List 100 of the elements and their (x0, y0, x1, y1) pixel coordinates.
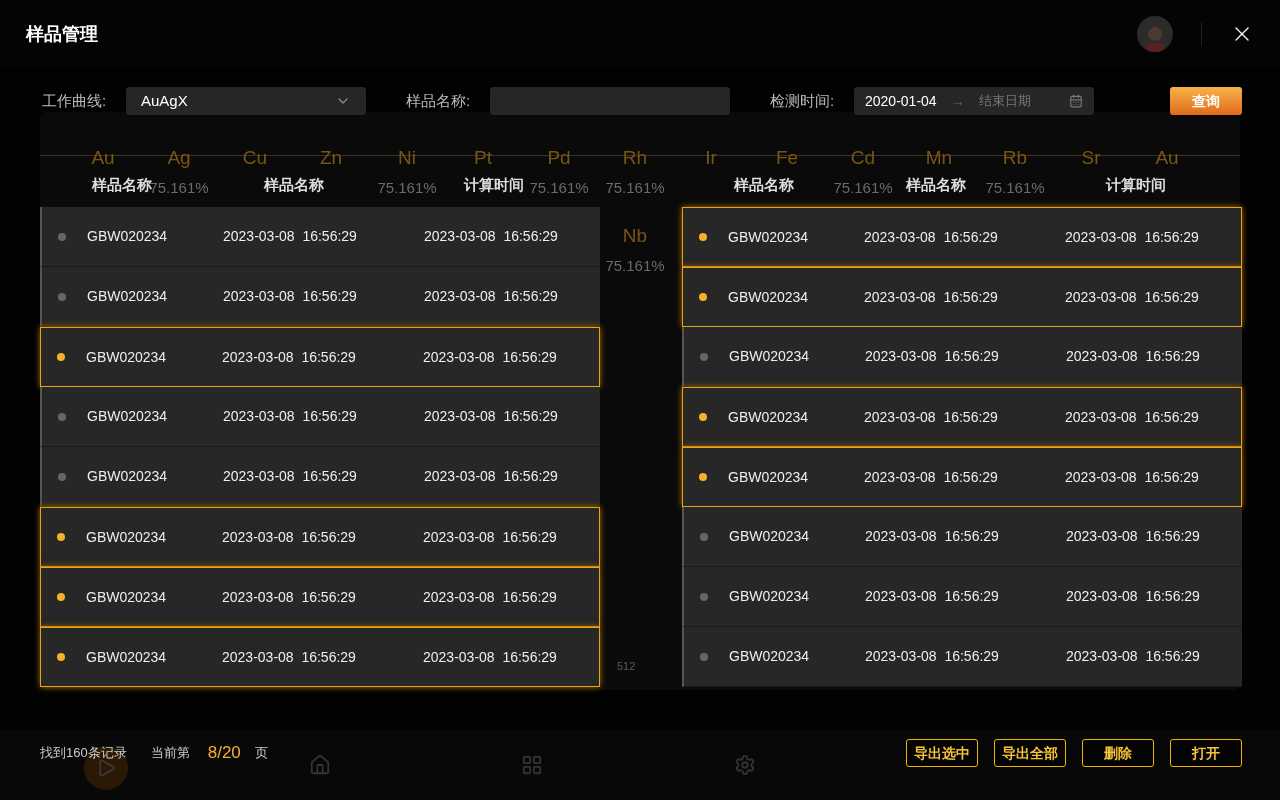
field-label: 样品名称: (406, 90, 472, 111)
element-symbol: Nb (622, 224, 648, 248)
table-cell-text: 2023-03-08 16:56:29 (423, 347, 557, 367)
curve-dropdown[interactable]: AuAgX (126, 87, 366, 115)
table-cell-text: 2023-03-08 16:56:29 (223, 287, 358, 306)
element-symbol: Mn (925, 146, 953, 170)
footer-button[interactable]: 删除 (1082, 739, 1154, 767)
play-icon (96, 758, 116, 778)
footer-button[interactable]: 导出全部 (994, 739, 1066, 767)
element-symbol: Pt (474, 146, 492, 170)
table-row[interactable]: GBW020234 2023-03-08 16:56:29 2023-03-08 16:56:29 (682, 207, 1242, 267)
element-value: 75.161% (985, 178, 1045, 198)
table-cell-text: 2023-03-08 16:56:29 (865, 347, 1000, 366)
element-symbol: Au (91, 146, 115, 170)
home-icon (309, 754, 331, 776)
table-cell-text: GBW020234 (86, 647, 168, 667)
table-cell-text: 2023-03-08 16:56:29 (423, 527, 557, 547)
element-symbol: Pd (547, 146, 571, 170)
sample-name-field[interactable] (490, 87, 730, 115)
element-symbol: Cu (242, 146, 268, 170)
element-symbol: Au (1155, 146, 1179, 170)
element-value: 75.161% (529, 178, 589, 198)
table-cell-text: 2023-03-08 16:56:29 (1065, 467, 1199, 487)
table-cell-text: 2023-03-08 16:56:29 (223, 227, 358, 246)
table-cell-text: 2023-03-08 16:56:29 (1065, 287, 1199, 307)
table-row[interactable]: GBW020234 2023-03-08 16:56:29 2023-03-08 16:56:29 (40, 327, 600, 387)
table-cell-text: GBW020234 (87, 287, 169, 306)
footer-button[interactable]: 打开 (1170, 739, 1242, 767)
table-cell-text: GBW020234 (86, 587, 168, 607)
table-cell-text: 2023-03-08 16:56:29 (1065, 407, 1199, 427)
table-cell-text: GBW020234 (729, 587, 811, 606)
element-symbol: Sr (1081, 146, 1101, 170)
field-label: 检测时间: (770, 90, 836, 111)
table-row[interactable]: GBW020234 2023-03-08 16:56:29 2023-03-08 16:56:29 (682, 267, 1242, 327)
table-cell-text: 2023-03-08 16:56:29 (222, 527, 357, 547)
table-row[interactable]: GBW020234 2023-03-08 16:56:29 2023-03-08 16:56:29 (40, 627, 600, 687)
settings-icon (734, 754, 756, 776)
table-cell-text: GBW020234 (87, 467, 169, 486)
table-cell-text: GBW020234 (729, 347, 811, 366)
element-value: 75.161% (605, 178, 665, 198)
table-row[interactable]: GBW020234 2023-03-08 16:56:29 2023-03-08 16:56:29 (40, 207, 600, 267)
table-row[interactable]: GBW020234 2023-03-08 16:56:29 2023-03-08 16:56:29 (682, 567, 1242, 627)
table-cell-text: 2023-03-08 16:56:29 (1066, 347, 1200, 366)
table-cell-text: 2023-03-08 16:56:29 (865, 647, 1000, 666)
table-cell-text: 2023-03-08 16:56:29 (424, 287, 558, 306)
column-header: 样品名称 (734, 175, 794, 193)
element-symbol: Ir (705, 146, 717, 170)
page-prefix: 当前第 (150, 744, 190, 763)
table-cell-text: GBW020234 (87, 227, 169, 246)
column-header: 计算时间 (464, 174, 524, 195)
table-cell-text: GBW020234 (87, 407, 169, 426)
table-row[interactable]: GBW020234 2023-03-08 16:56:29 2023-03-08 16:56:29 (40, 387, 600, 447)
table-cell-text: 2023-03-08 16:56:29 (424, 407, 558, 426)
table-cell-text: 2023-03-08 16:56:29 (423, 647, 557, 667)
element-symbol: Cd (850, 146, 876, 170)
page-suffix: 页 (254, 744, 268, 763)
table-cell-text: 2023-03-08 16:56:29 (423, 587, 557, 607)
table-cell-text: GBW020234 (728, 287, 810, 307)
table-cell-text: 2023-03-08 16:56:29 (222, 647, 357, 667)
element-symbol: Rh (622, 146, 648, 170)
column-header: 计算时间 (1106, 174, 1166, 195)
field-label: 工作曲线: (42, 90, 108, 111)
record-count: 找到160条记录 (40, 744, 127, 763)
table-row[interactable]: GBW020234 2023-03-08 16:56:29 2023-03-08 16:56:29 (682, 447, 1242, 507)
element-symbol: Fe (775, 146, 799, 170)
column-header: 样品名称 (264, 175, 324, 193)
element-symbol: Rb (1002, 146, 1028, 170)
date-range-field[interactable]: 2020-01-04 → 结束日期 (854, 87, 1094, 115)
table-cell-text: GBW020234 (729, 527, 811, 546)
table-cell-text: GBW020234 (86, 347, 168, 367)
footer-button[interactable]: 导出选中 (906, 739, 978, 767)
table-row[interactable]: GBW020234 2023-03-08 16:56:29 2023-03-08 16:56:29 (40, 267, 600, 327)
table-cell-text: GBW020234 (728, 467, 810, 487)
table-row[interactable]: GBW020234 2023-03-08 16:56:29 2023-03-08 16:56:29 (682, 327, 1242, 387)
table-cell-text: 2023-03-08 16:56:29 (864, 407, 999, 427)
avatar[interactable] (1137, 16, 1173, 52)
element-symbol: Ni (398, 146, 416, 170)
table-row[interactable]: GBW020234 2023-03-08 16:56:29 2023-03-08 16:56:29 (682, 387, 1242, 447)
window-title: 样品管理 (26, 22, 98, 46)
table-cell-text: 2023-03-08 16:56:29 (1066, 587, 1200, 606)
element-symbol: Ag (167, 146, 191, 170)
table-cell-text: 2023-03-08 16:56:29 (864, 227, 999, 247)
table-cell-text: 2023-03-08 16:56:29 (864, 467, 999, 487)
element-value: 75.161% (605, 256, 665, 276)
table-cell-text: 2023-03-08 16:56:29 (1066, 647, 1200, 666)
table-cell-text: 2023-03-08 16:56:29 (865, 527, 1000, 546)
table-row[interactable]: GBW020234 2023-03-08 16:56:29 2023-03-08 16:56:29 (682, 507, 1242, 567)
axis-label: 512 (617, 659, 636, 674)
table-row[interactable]: GBW020234 2023-03-08 16:56:29 2023-03-08 16:56:29 (40, 507, 600, 567)
page-indicator: 8/20 (207, 742, 241, 765)
table-cell-text: 2023-03-08 16:56:29 (222, 347, 357, 367)
table-row[interactable]: GBW020234 2023-03-08 16:56:29 2023-03-08 16:56:29 (40, 567, 600, 627)
table-row[interactable]: GBW020234 2023-03-08 16:56:29 2023-03-08 16:56:29 (682, 627, 1242, 687)
calendar-icon (1069, 94, 1083, 108)
table-cell-text: GBW020234 (86, 527, 168, 547)
element-value: 75.161% (833, 178, 893, 198)
table-cell-text: 2023-03-08 16:56:29 (424, 227, 558, 246)
column-header: 样品名称 (906, 175, 966, 193)
table-cell-text: 2023-03-08 16:56:29 (1066, 527, 1200, 546)
table-row[interactable]: GBW020234 2023-03-08 16:56:29 2023-03-08 16:56:29 (40, 447, 600, 507)
